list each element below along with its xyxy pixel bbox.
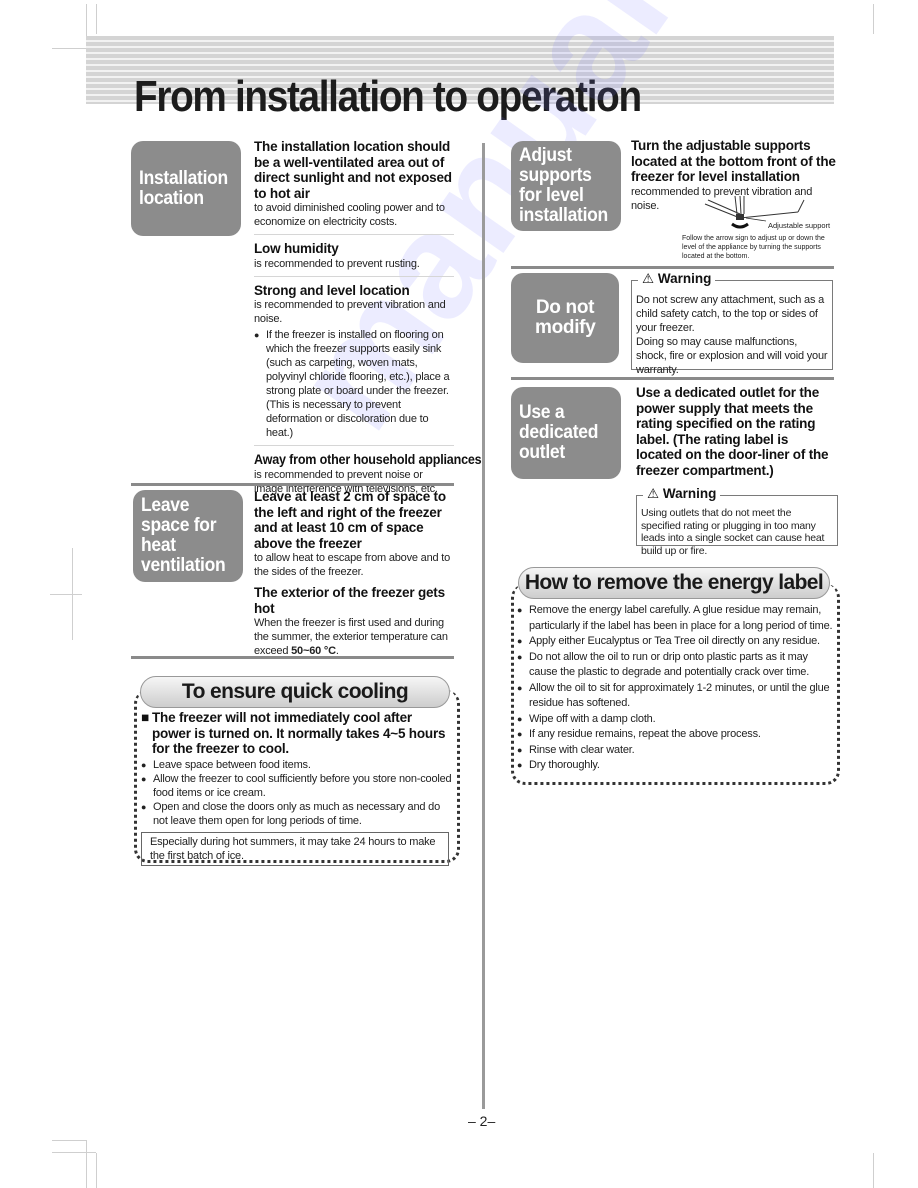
modify-warning-title: ⚠ Warning: [638, 271, 716, 287]
section-heading: Strong and level location: [254, 282, 410, 298]
section-text: When the freezer is first used and durin…: [254, 616, 456, 658]
bullet-item: Allow the freezer to cool sufficiently b…: [141, 772, 453, 800]
bullet-item: Apply either Eucalyptus or Tea Tree oil …: [517, 634, 833, 650]
column-divider: [482, 143, 485, 1109]
adjust-supports-label: Adjust supports for level installation: [511, 141, 621, 231]
section-divider: [131, 483, 454, 486]
section-text: to avoid diminished cooling power and to…: [254, 202, 445, 228]
outlet-warning-box: Using outlets that do not meet the speci…: [636, 495, 838, 557]
section-divider: [131, 656, 454, 659]
section-divider: [511, 266, 834, 269]
bullet-item: Do not allow the oil to run or drip onto…: [517, 650, 833, 681]
bullet-item: Dry thoroughly.: [517, 758, 833, 774]
energy-label-title: How to remove the energy label: [518, 567, 830, 599]
label-text: Use a dedicated outlet: [519, 402, 599, 463]
crop-mark: [52, 1140, 86, 1141]
section-heading: Leave at least 2 cm of space to the left…: [254, 489, 446, 551]
label-text: Installation location: [139, 167, 228, 209]
divider: [254, 234, 454, 235]
bullet-item: Rinse with clear water.: [517, 743, 833, 759]
ventilation-label: Leave space for heat ventilation: [133, 490, 243, 582]
section-text: is recommended to prevent vibration and …: [254, 299, 446, 325]
section-text: is recommended to prevent rusting.: [254, 257, 420, 270]
text-body: When the freezer is first used and durin…: [254, 617, 448, 657]
crop-mark: [50, 594, 82, 595]
crop-mark: [52, 1152, 96, 1153]
bullet-item: Remove the energy label carefully. A glu…: [517, 603, 833, 634]
crop-mark: [96, 1153, 97, 1188]
adjustable-support-caption: Adjustable support: [768, 221, 831, 230]
adjustable-support-diagram: [704, 196, 805, 229]
label-text: Adjust supports for level installation: [519, 145, 608, 226]
cooling-note: Especially during hot summers, it may ta…: [141, 831, 449, 866]
warning-text-2: Doing so may cause malfunctions, shock, …: [636, 336, 828, 376]
dedicated-outlet-label: Use a dedicated outlet: [511, 387, 621, 479]
section-divider: [511, 377, 834, 380]
warning-triangle-icon: ⚠: [642, 271, 655, 286]
quick-cooling-content: ■ The freezer will not immediately cool …: [141, 710, 453, 866]
section-text: to allow heat to escape from above and t…: [254, 552, 451, 578]
warning-title-text: Warning: [662, 486, 717, 501]
installation-section: The installation location should be a we…: [254, 139, 482, 496]
installation-location-label: Installation location: [131, 141, 241, 236]
section-heading: The installation location should be a we…: [254, 139, 452, 201]
section-heading: Turn the adjustable supports located at …: [631, 138, 836, 184]
bullet-item: Allow the oil to sit for approximately 1…: [517, 681, 833, 712]
outlet-warning-title: ⚠ Warning: [643, 486, 721, 502]
cooling-lead-text: The freezer will not immediately cool af…: [152, 710, 446, 756]
cooling-lead: ■ The freezer will not immediately cool …: [141, 710, 453, 757]
crop-mark: [86, 1140, 87, 1188]
divider: [254, 275, 454, 277]
bullet-item: Wipe off with a damp cloth.: [517, 712, 833, 728]
bullet-item: Leave space between food items.: [141, 758, 453, 772]
crop-mark: [873, 4, 874, 34]
warning-title-text: Warning: [657, 271, 712, 286]
modify-warning-box: Do not screw any attachment, such as a c…: [631, 280, 833, 376]
label-text: Do not modify: [535, 297, 596, 338]
bullet-item: If the freezer is installed on flooring …: [254, 328, 454, 440]
page-title: From installation to operation: [134, 72, 642, 121]
warning-triangle-icon: ⚠: [647, 486, 660, 501]
section-heading: Away from other household appliances: [254, 452, 482, 467]
section-heading: Low humidity: [254, 241, 339, 256]
ventilation-section: Leave at least 2 cm of space to the left…: [254, 489, 456, 658]
diagram-caption: Follow the arrow sign to adjust up or do…: [682, 235, 825, 260]
square-bullet-icon: ■: [141, 710, 149, 725]
crop-mark: [52, 48, 86, 49]
crop-mark: [873, 1153, 874, 1188]
crop-mark: [96, 4, 97, 34]
section-heading: Use a dedicated outlet for the power sup…: [636, 385, 829, 478]
warning-text: Using outlets that do not meet the speci…: [641, 507, 825, 557]
page-number: – 2–: [468, 1113, 496, 1129]
bullet-item: If any residue remains, repeat the above…: [517, 727, 833, 743]
divider: [254, 445, 454, 446]
warning-text: Do not screw any attachment, such as a c…: [636, 294, 825, 334]
quick-cooling-title: To ensure quick cooling: [140, 676, 450, 708]
outlet-section: Use a dedicated outlet for the power sup…: [636, 385, 836, 478]
do-not-modify-label: Do not modify: [511, 273, 619, 363]
label-text: Leave space for heat ventilation: [141, 495, 226, 576]
bullet-item: Open and close the doors only as much as…: [141, 800, 453, 828]
section-heading: The exterior of the freezer gets hot: [254, 585, 445, 616]
energy-label-list: Remove the energy label carefully. A glu…: [517, 603, 833, 774]
